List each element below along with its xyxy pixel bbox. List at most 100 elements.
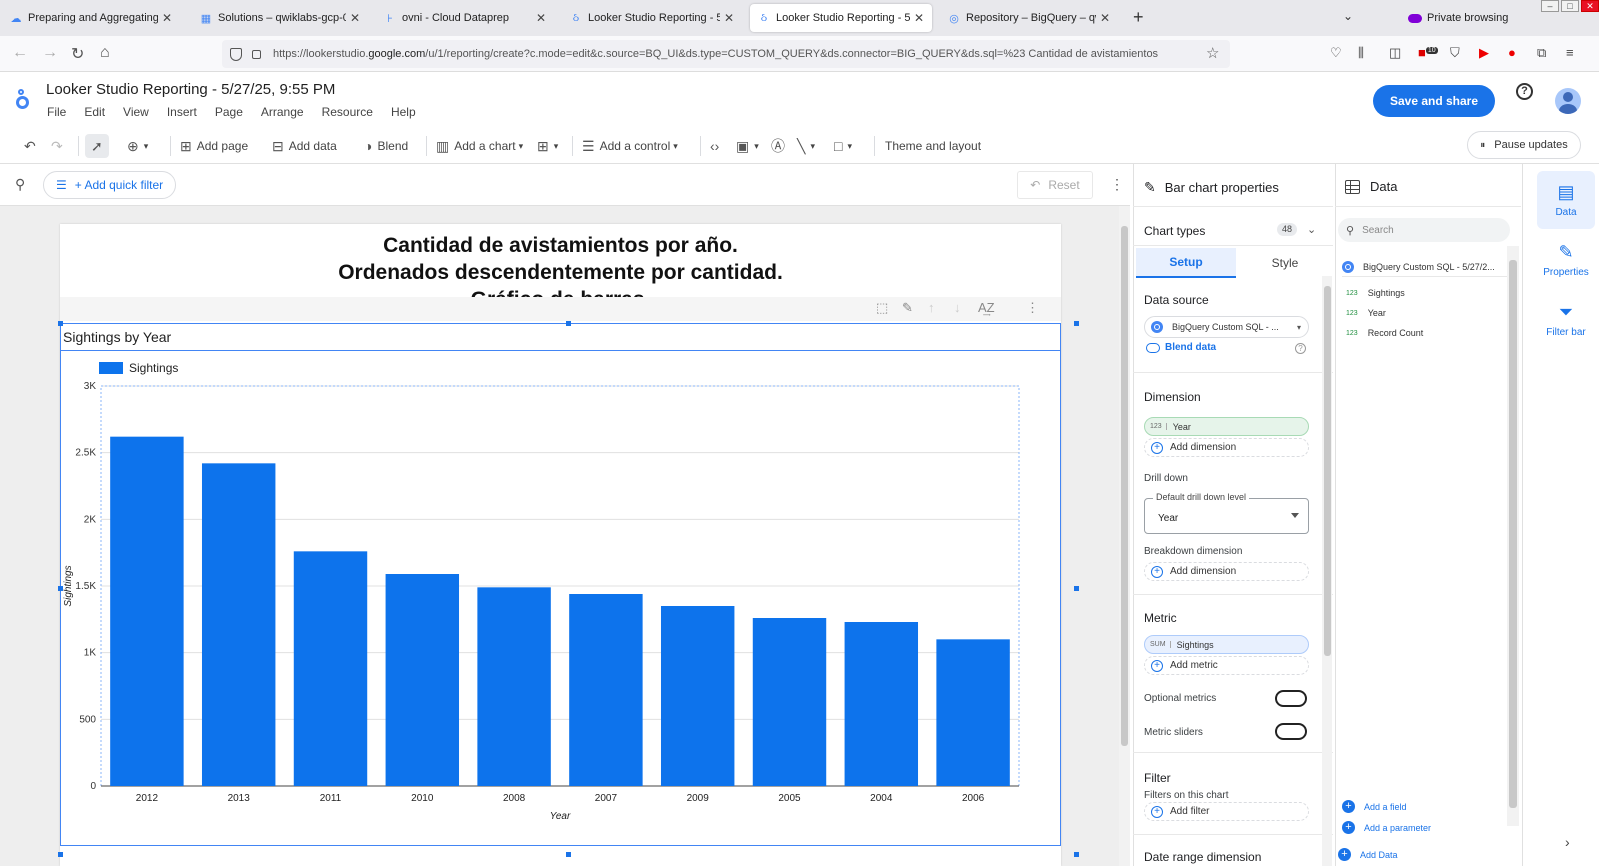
menu-edit[interactable]: Edit [84,105,105,119]
close-window-icon[interactable]: ✕ [1581,0,1599,12]
metric-sliders-toggle[interactable] [1275,723,1307,740]
add-filter-button[interactable]: + Add filter [1144,802,1309,821]
resize-handle[interactable] [1074,321,1079,326]
close-tab-icon[interactable]: ✕ [350,11,360,25]
menu-view[interactable]: View [123,105,149,119]
lock-icon[interactable] [252,49,261,59]
community-viz-icon[interactable]: ⊞ ▾ [537,134,558,158]
save-and-share-button[interactable]: Save and share [1373,85,1495,117]
metric-chip-sightings[interactable]: SUM Sightings [1144,635,1309,654]
more-vert-icon[interactable]: ⋮ [1110,176,1124,193]
add-page-button[interactable]: ⊞ Add page [180,134,248,158]
add-field-button[interactable]: + Add a field [1342,800,1407,813]
chevron-right-icon[interactable]: › [1565,834,1570,850]
add-breakdown-dimension-button[interactable]: + Add dimension [1144,562,1309,581]
sidebar-icon[interactable]: ◫ [1389,45,1401,61]
canvas-scrollbar[interactable] [1119,206,1130,866]
data-source-row[interactable]: BigQuery Custom SQL - 5/27/2... [1342,257,1507,277]
library-icon[interactable]: ⫼ [1358,45,1364,61]
maximize-icon[interactable]: □ [1561,0,1579,12]
back-arrow-icon[interactable]: ← [12,44,28,62]
menu-help[interactable]: Help [391,105,416,119]
scrollbar-thumb[interactable] [1509,260,1517,808]
text-box-icon[interactable]: Ⓐ [771,134,790,158]
sort-az-icon[interactable]: A͢Z [978,300,995,315]
menu-resource[interactable]: Resource [322,105,373,119]
bookmark-star-icon[interactable]: ☆ [1206,44,1219,62]
help-circle-icon[interactable]: ? [1295,343,1306,354]
scrollbar-thumb[interactable] [1121,226,1128,746]
tab-setup[interactable]: Setup [1136,248,1236,278]
field-item[interactable]: 123 Record Count [1346,328,1423,338]
resize-handle[interactable] [1074,852,1079,857]
zoom-icon[interactable]: ⊕ ▾ [127,134,148,158]
forward-arrow-icon[interactable]: → [42,44,58,62]
youtube-extension-icon[interactable]: ▶ [1479,45,1489,61]
rail-filter-bar-button[interactable]: ⏷ Filter bar [1537,291,1595,349]
close-tab-icon[interactable]: ✕ [162,11,172,25]
add-parameter-button[interactable]: + Add a parameter [1342,821,1431,834]
redo-icon[interactable]: ↷ [51,134,68,158]
menu-file[interactable]: File [47,105,66,119]
select-area-icon[interactable]: ⬚ [876,300,888,316]
report-title[interactable]: Looker Studio Reporting - 5/27/25, 9:55 … [46,81,335,98]
rail-properties-button[interactable]: ✎ Properties [1537,231,1595,289]
data-search-input[interactable]: ⚲ Search [1338,218,1510,242]
field-item[interactable]: 123 Year [1346,308,1386,318]
resize-handle[interactable] [566,852,571,857]
minimize-icon[interactable]: – [1541,0,1559,12]
undo-icon[interactable]: ↶ [24,134,41,158]
properties-scrollbar[interactable] [1322,276,1332,866]
add-control-button[interactable]: ☰ Add a control ▾ [582,134,678,158]
extensions-puzzle-icon[interactable]: ⧉ [1537,45,1546,61]
reload-icon[interactable]: ↻ [71,44,84,64]
close-tab-icon[interactable]: ✕ [536,11,546,25]
browser-tab[interactable]: ◎ Repository – BigQuery – qwiklab ✕ [940,4,1118,32]
scrollbar-thumb[interactable] [1324,286,1331,656]
arrow-up-icon[interactable]: ↑ [928,300,935,315]
blend-button[interactable]: ◑ Blend [364,134,408,158]
optional-metrics-toggle[interactable] [1275,690,1307,707]
add-quick-filter-button[interactable]: ☰ + Add quick filter [43,171,177,199]
resize-handle[interactable] [58,852,63,857]
line-icon[interactable]: ╲ ▾ [797,134,815,158]
bar-chart[interactable]: 0 500 1K 1.5K 2K 2.5K 3K 2012 2013 2011 2010 2008 20… [61,352,1060,844]
extension-badge-icon[interactable]: ■ 10 [1418,45,1438,60]
extension-icon[interactable]: ⛉ [1450,45,1460,61]
hamburger-menu-icon[interactable]: ≡ [1566,45,1574,60]
red-extension-icon[interactable]: ● [1508,45,1516,60]
tracking-shield-icon[interactable] [230,47,242,61]
browser-tab-active[interactable]: ઠ Looker Studio Reporting - 5/27/ ✕ [750,4,932,32]
chevron-down-icon[interactable]: ⌄ [1307,223,1316,236]
filter-funnel-icon[interactable]: ⚲ [15,176,25,193]
data-panel-scrollbar[interactable] [1507,246,1519,826]
browser-tab[interactable]: ☁ Preparing and Aggregating Dat ✕ [2,4,180,32]
url-bar[interactable]: https://lookerstudio.google.com/u/1/repo… [222,40,1230,68]
data-source-select[interactable]: BigQuery Custom SQL - ... ▾ [1144,316,1309,338]
menu-arrange[interactable]: Arrange [261,105,304,119]
close-tab-icon[interactable]: ✕ [1100,11,1110,25]
looker-logo-icon[interactable] [14,88,30,110]
dimension-chip-year[interactable]: 123 Year [1144,417,1309,436]
blend-data-link[interactable]: Blend data [1146,342,1216,353]
chart-header[interactable]: Sightings by Year [61,324,1060,351]
add-metric-button[interactable]: + Add metric [1144,656,1309,675]
reset-button[interactable]: ↶ Reset [1017,171,1093,199]
shape-icon[interactable]: □ ▾ [834,134,852,158]
embed-code-icon[interactable]: ‹› [710,134,724,158]
close-tab-icon[interactable]: ✕ [724,11,734,25]
field-item[interactable]: 123 Sightings [1346,288,1405,298]
tab-list-chevron-icon[interactable]: ⌄ [1343,9,1353,23]
theme-and-layout-button[interactable]: Theme and layout [885,134,981,158]
browser-tab[interactable]: ▦ Solutions – qwiklabs-gcp-02-0 ✕ [192,4,368,32]
browser-tab[interactable]: ઠ Looker Studio Reporting - 5/27/ ✕ [562,4,742,32]
menu-insert[interactable]: Insert [167,105,197,119]
pocket-icon[interactable]: ♡ [1330,45,1342,61]
browser-tab[interactable]: ⊦ ovni - Cloud Dataprep ✕ [376,4,554,32]
edit-pencil-icon[interactable]: ✎ [902,300,913,316]
add-dimension-button[interactable]: + Add dimension [1144,438,1309,457]
drill-down-level-select[interactable]: Default drill down level Year [1144,492,1309,534]
avatar[interactable] [1555,88,1581,114]
arrow-down-icon[interactable]: ↓ [954,300,961,315]
more-vert-icon[interactable]: ⋮ [1026,300,1039,316]
